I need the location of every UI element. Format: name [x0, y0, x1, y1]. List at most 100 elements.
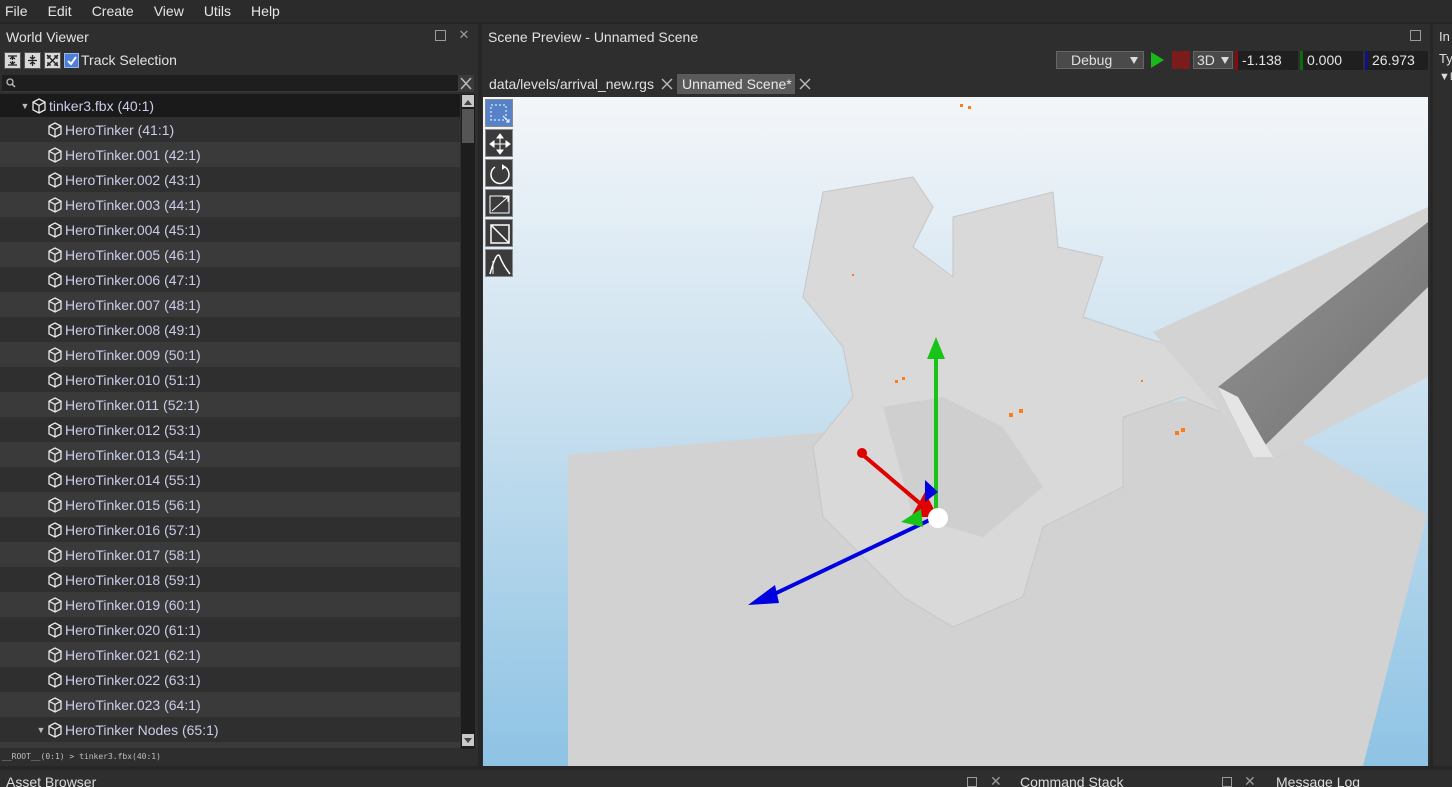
- move-tool-button[interactable]: [485, 129, 513, 157]
- restore-icon[interactable]: [967, 777, 977, 787]
- world-viewer-title: World Viewer: [6, 29, 89, 45]
- bounds-tool-button[interactable]: [485, 219, 513, 247]
- scroll-thumb[interactable]: [462, 109, 474, 143]
- menu-utils[interactable]: Utils: [199, 3, 240, 19]
- tree-item-label: HeroTinker.018 (59:1): [65, 571, 201, 588]
- scene-render: [483, 97, 1428, 766]
- tree-item[interactable]: HeroTinker.016 (57:1): [0, 517, 460, 542]
- close-icon[interactable]: ✕: [457, 28, 471, 42]
- tree-item[interactable]: HeroTinker.004 (45:1): [0, 217, 460, 242]
- scene-tree[interactable]: ▼ tinker3.fbx (40:1) HeroTinker (41:1) Hero…: [0, 94, 460, 749]
- view-value: 3D: [1197, 52, 1215, 68]
- tree-item[interactable]: HeroTinker.020 (61:1): [0, 617, 460, 642]
- menu-help[interactable]: Help: [246, 3, 289, 19]
- mesh-icon: [48, 521, 62, 538]
- tree-item[interactable]: HeroTinker.019 (60:1): [0, 592, 460, 617]
- expand-arrow-icon[interactable]: ▼: [36, 725, 46, 735]
- select-tool-button[interactable]: [485, 99, 513, 127]
- inspector-panel: In Ty ▼E: [1433, 24, 1452, 766]
- bottom-panels: Asset Browser ✕ Command Stack ✕ Message …: [0, 770, 1452, 787]
- clear-search-button[interactable]: [458, 75, 474, 92]
- tree-scrollbar[interactable]: [461, 94, 475, 749]
- tree-item[interactable]: HeroTinker.021 (62:1): [0, 642, 460, 667]
- tree-group-item[interactable]: ▼ HeroTinker Nodes (65:1): [0, 717, 460, 742]
- mesh-icon: [48, 146, 62, 163]
- mesh-icon: [48, 671, 62, 688]
- tab-arrival-new[interactable]: data/levels/arrival_new.rgs: [484, 73, 657, 94]
- tree-item[interactable]: HeroTinker.009 (50:1): [0, 342, 460, 367]
- mesh-icon: [32, 97, 46, 114]
- tree-item-label: HeroTinker.005 (46:1): [65, 246, 201, 263]
- inspector-row: ▼E: [1439, 71, 1452, 83]
- tree-item[interactable]: HeroTinker.010 (51:1): [0, 367, 460, 392]
- tree-item[interactable]: HeroTinker.005 (46:1): [0, 242, 460, 267]
- close-icon: [460, 77, 472, 90]
- tree-item[interactable]: HeroTinker.001 (42:1): [0, 142, 460, 167]
- restore-icon[interactable]: [1410, 30, 1421, 41]
- mode-select[interactable]: Debug: [1056, 51, 1144, 69]
- mesh-icon: [48, 721, 62, 738]
- tree-item[interactable]: HeroTinker.015 (56:1): [0, 492, 460, 517]
- tree-item[interactable]: HeroTinker.014 (55:1): [0, 467, 460, 492]
- 3d-viewport[interactable]: [483, 97, 1428, 766]
- close-icon[interactable]: ✕: [990, 774, 1002, 787]
- curve-tool-button[interactable]: [485, 249, 513, 277]
- mesh-icon: [48, 346, 62, 363]
- tree-item-label: tinker3.fbx (40:1): [49, 97, 155, 114]
- scale-tool-button[interactable]: [485, 189, 513, 217]
- track-selection-checkbox[interactable]: [64, 52, 79, 68]
- y-coord-input[interactable]: 0.000: [1303, 50, 1363, 70]
- restore-icon[interactable]: [1222, 777, 1232, 787]
- world-viewer-toolbar: Track Selection: [4, 51, 177, 69]
- tree-item[interactable]: HeroTinker.008 (49:1): [0, 317, 460, 342]
- tab-unnamed-scene[interactable]: Unnamed Scene*: [676, 73, 795, 94]
- tree-item[interactable]: [0, 742, 460, 748]
- tree-item-label: HeroTinker.002 (43:1): [65, 171, 201, 188]
- tree-item[interactable]: HeroTinker.011 (52:1): [0, 392, 460, 417]
- close-icon[interactable]: [660, 77, 674, 91]
- restore-icon[interactable]: [435, 30, 446, 41]
- tree-item-label: HeroTinker.016 (57:1): [65, 521, 201, 538]
- asset-browser-title: Asset Browser: [6, 774, 97, 787]
- tree-item[interactable]: HeroTinker.002 (43:1): [0, 167, 460, 192]
- close-icon[interactable]: ✕: [1244, 774, 1256, 787]
- expand-all-icon[interactable]: [24, 51, 41, 69]
- menu-view[interactable]: View: [149, 3, 193, 19]
- tree-item[interactable]: HeroTinker.023 (64:1): [0, 692, 460, 717]
- tree-item-label: HeroTinker.020 (61:1): [65, 621, 201, 638]
- tree-item[interactable]: HeroTinker.003 (44:1): [0, 192, 460, 217]
- z-coord-input[interactable]: 26.973: [1368, 50, 1428, 70]
- tree-item[interactable]: HeroTinker (41:1): [0, 117, 460, 142]
- search-input[interactable]: [2, 75, 458, 92]
- view-select[interactable]: 3D: [1193, 51, 1233, 69]
- scroll-down-icon[interactable]: [462, 734, 474, 746]
- stop-button[interactable]: [1172, 51, 1190, 69]
- menu-file[interactable]: File: [0, 3, 37, 19]
- mesh-icon: [48, 121, 62, 138]
- collapse-all-icon[interactable]: [4, 51, 21, 69]
- mesh-icon: [48, 221, 62, 238]
- shrink-icon[interactable]: [44, 51, 61, 69]
- play-button[interactable]: [1147, 50, 1167, 70]
- tree-item[interactable]: HeroTinker.017 (58:1): [0, 542, 460, 567]
- tree-item-label: HeroTinker.008 (49:1): [65, 321, 201, 338]
- x-coord-input[interactable]: -1.138: [1238, 50, 1298, 70]
- menu-edit[interactable]: Edit: [43, 3, 81, 19]
- tree-item[interactable]: HeroTinker.018 (59:1): [0, 567, 460, 592]
- mesh-icon: [48, 246, 62, 263]
- mesh-icon: [48, 596, 62, 613]
- expand-arrow-icon[interactable]: ▼: [20, 101, 30, 111]
- tree-item-label: HeroTinker.015 (56:1): [65, 496, 201, 513]
- menu-create[interactable]: Create: [87, 3, 143, 19]
- tree-item[interactable]: HeroTinker.012 (53:1): [0, 417, 460, 442]
- tree-item[interactable]: HeroTinker.007 (48:1): [0, 292, 460, 317]
- tree-item[interactable]: HeroTinker.022 (63:1): [0, 667, 460, 692]
- close-icon[interactable]: [798, 77, 812, 91]
- scroll-up-icon[interactable]: [462, 95, 474, 107]
- tree-item[interactable]: HeroTinker.013 (54:1): [0, 442, 460, 467]
- tree-root-item[interactable]: ▼ tinker3.fbx (40:1): [0, 94, 460, 117]
- tree-item[interactable]: HeroTinker.006 (47:1): [0, 267, 460, 292]
- tree-item-label: HeroTinker Nodes (65:1): [65, 721, 219, 738]
- rotate-tool-button[interactable]: [485, 159, 513, 187]
- viewport-toolbar: [485, 99, 514, 279]
